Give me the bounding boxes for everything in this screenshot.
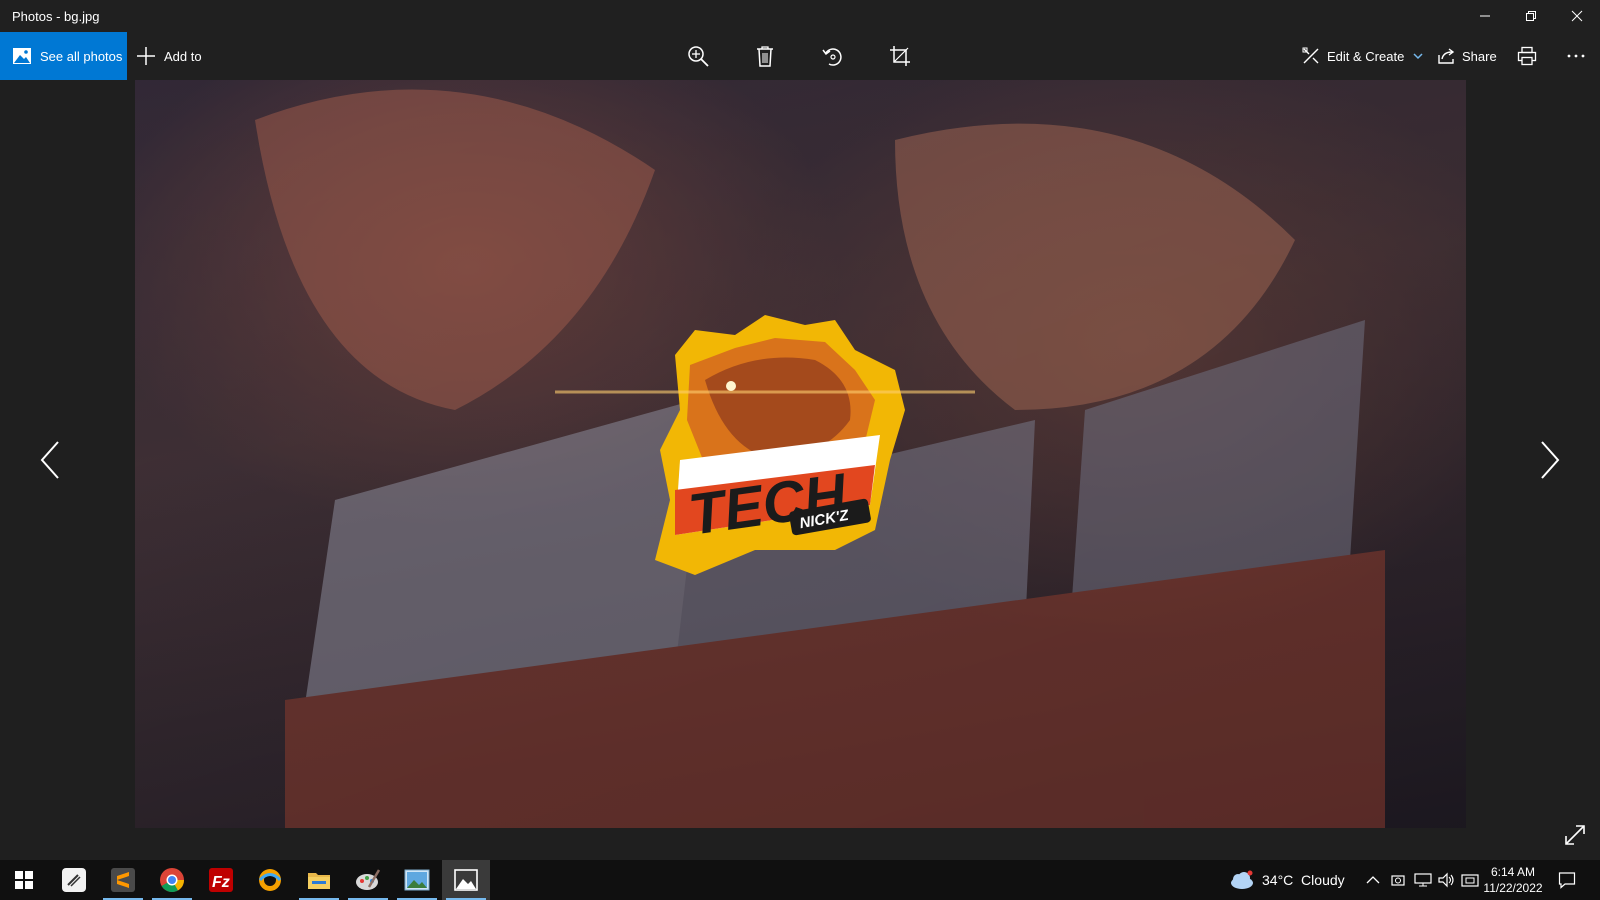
taskbar-app-filezilla[interactable]: Fz [197, 860, 245, 900]
notes-app-icon [62, 868, 86, 892]
network-icon [1414, 873, 1432, 887]
photos-icon [13, 48, 31, 64]
restore-icon [1526, 11, 1536, 21]
weather-widget[interactable]: 34°C Cloudy [1228, 860, 1345, 900]
taskbar-app-paint[interactable] [344, 860, 392, 900]
photo-image: TECH NICK'Z [135, 80, 1466, 828]
photos-app-icon [454, 869, 478, 891]
plus-icon [137, 47, 155, 65]
share-button[interactable]: Share [1437, 32, 1497, 80]
crop-icon [890, 46, 910, 66]
window-title: Photos - bg.jpg [12, 9, 100, 24]
network-button[interactable] [1414, 860, 1432, 900]
close-button[interactable] [1554, 0, 1600, 32]
rotate-button[interactable] [811, 32, 855, 80]
photo-viewer-icon [404, 869, 430, 891]
print-button[interactable] [1505, 32, 1549, 80]
weather-text: 34°C Cloudy [1262, 872, 1345, 888]
volume-icon [1438, 872, 1454, 888]
cloudy-weather-icon [1231, 870, 1253, 889]
add-to-label: Add to [164, 48, 202, 64]
edit-create-label: Edit & Create [1327, 48, 1405, 64]
show-hidden-icons-button[interactable] [1366, 860, 1380, 900]
chevron-left-icon [40, 441, 59, 479]
taskbar-app-photos[interactable] [442, 860, 490, 900]
taskbar-app-chrome[interactable] [148, 860, 196, 900]
browser-icon [258, 869, 282, 891]
chevron-up-icon [1366, 876, 1380, 884]
next-photo-button[interactable] [1530, 435, 1570, 485]
taskbar-app-file-explorer[interactable] [295, 860, 343, 900]
photo-viewer: TECH NICK'Z [0, 80, 1600, 860]
previous-photo-button[interactable] [30, 435, 70, 485]
edit-create-button[interactable]: Edit & Create [1302, 32, 1424, 80]
delete-icon [757, 46, 773, 67]
paint-icon [356, 869, 381, 890]
chevron-right-icon [1541, 441, 1560, 479]
zoom-in-icon [688, 46, 709, 67]
minimize-icon [1480, 15, 1490, 17]
keyboard-icon [1461, 874, 1479, 887]
fullscreen-button[interactable] [1563, 823, 1591, 851]
see-all-photos-button[interactable]: See all photos [0, 32, 127, 80]
notification-icon [1558, 872, 1576, 889]
taskbar: Fz 34°C Cloudy 6:14 AM 11/22/2022 [0, 860, 1600, 900]
share-icon [1438, 48, 1455, 64]
toolbar: See all photos Add to Edit & Create Shar… [0, 32, 1600, 80]
minimize-button[interactable] [1462, 0, 1508, 32]
edit-create-icon [1302, 47, 1319, 64]
zoom-button[interactable] [676, 32, 720, 80]
add-to-button[interactable]: Add to [136, 32, 202, 80]
camera-icon [1391, 875, 1405, 886]
photo-artwork: TECH NICK'Z [255, 89, 1385, 828]
title-bar: Photos - bg.jpg [0, 0, 1600, 32]
svg-text:Fz: Fz [212, 874, 230, 891]
see-all-photos-label: See all photos [40, 48, 123, 64]
clock[interactable]: 6:14 AM 11/22/2022 [1480, 864, 1546, 896]
crop-button[interactable] [878, 32, 922, 80]
share-label: Share [1462, 48, 1497, 64]
print-icon [1517, 46, 1537, 66]
meet-now-button[interactable] [1390, 860, 1406, 900]
taskbar-app-browser[interactable] [246, 860, 294, 900]
clock-time: 6:14 AM [1490, 865, 1536, 879]
file-explorer-icon [308, 873, 330, 889]
clock-date: 11/22/2022 [1483, 881, 1543, 895]
delete-button[interactable] [743, 32, 787, 80]
more-options-button[interactable] [1554, 32, 1598, 80]
more-icon [1567, 54, 1585, 58]
expand-icon [1565, 825, 1585, 845]
start-button[interactable] [0, 860, 48, 900]
ime-button[interactable] [1461, 860, 1479, 900]
close-icon [1571, 10, 1583, 22]
sublime-text-icon [111, 868, 135, 892]
rotate-icon [822, 48, 842, 66]
chrome-icon [160, 868, 184, 893]
volume-button[interactable] [1438, 860, 1456, 900]
start-icon [15, 871, 33, 889]
chevron-down-icon [1413, 53, 1423, 60]
taskbar-app-notes[interactable] [50, 860, 98, 900]
action-center-button[interactable] [1558, 860, 1576, 900]
restore-button[interactable] [1508, 0, 1554, 32]
taskbar-app-sublime[interactable] [99, 860, 147, 900]
taskbar-app-photo-viewer[interactable] [393, 860, 441, 900]
filezilla-icon: Fz [209, 868, 233, 892]
